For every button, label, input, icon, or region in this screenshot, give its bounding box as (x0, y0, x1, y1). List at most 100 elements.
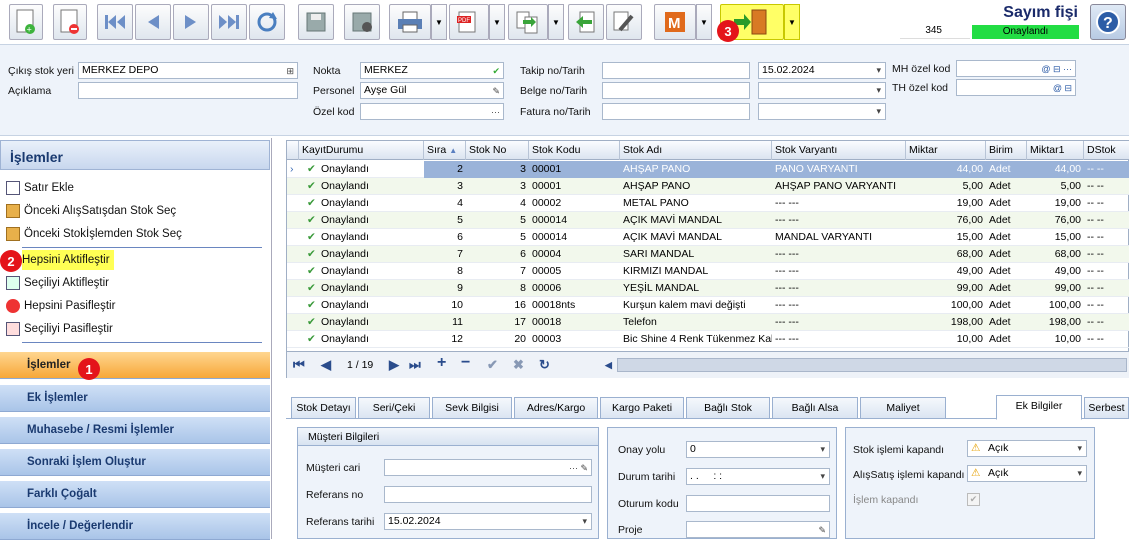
table-cell[interactable]: 12 (424, 331, 466, 348)
table-cell[interactable]: ✔ Onaylandı (299, 195, 424, 212)
table-cell[interactable]: --- --- (772, 314, 906, 331)
table-cell[interactable]: -- -- (1084, 297, 1129, 314)
m-module-button[interactable]: M (654, 4, 696, 40)
new-button[interactable]: + (9, 4, 43, 40)
col-stok-varyanti[interactable]: Stok Varyantı (772, 141, 906, 160)
table-cell[interactable]: 99,00 (906, 280, 986, 297)
table-cell[interactable]: 00001 (529, 178, 620, 195)
tab-ba-l-alsa[interactable]: Bağlı Alsa (772, 397, 858, 419)
table-cell[interactable]: 68,00 (1027, 246, 1084, 263)
table-cell[interactable]: 00018 (529, 314, 620, 331)
table-cell[interactable]: -- -- (1084, 314, 1129, 331)
table-row[interactable]: ✔ Onaylandı 11 17 00018 Telefon --- --- 198,00 A… (287, 314, 1129, 331)
tab-stok-detay-[interactable]: Stok Detayı (291, 397, 356, 419)
table-cell[interactable]: 6 (466, 246, 529, 263)
table-cell[interactable]: AHŞAP PANO VARYANTI (772, 178, 906, 195)
table-cell[interactable]: 19,00 (1027, 195, 1084, 212)
musteri-cari-field[interactable]: ··· ✎ (384, 459, 592, 476)
pdf-button[interactable]: PDF (449, 4, 489, 40)
more-icon[interactable]: ··· (491, 105, 500, 119)
table-cell[interactable]: 44,00 (1027, 161, 1084, 178)
stok-islemi-kapandi-field[interactable]: ⚠ Açık (967, 440, 1087, 457)
table-cell[interactable]: 10,00 (1027, 331, 1084, 348)
table-cell[interactable]: -- -- (1084, 246, 1129, 263)
table-cell[interactable]: -- -- (1084, 178, 1129, 195)
takip-date-field[interactable]: 15.02.2024 (758, 62, 886, 79)
table-cell[interactable]: AÇIK MAVİ MANDAL (620, 229, 772, 246)
islem-kapandi-checkbox[interactable]: ✔ (967, 493, 980, 506)
table-cell[interactable]: AHŞAP PANO (620, 178, 772, 195)
col-stok-adi[interactable]: Stok Adı (620, 141, 772, 160)
ozel-kod-field[interactable]: ··· (360, 103, 504, 120)
table-row[interactable]: ✔ Onaylandı 9 8 00006 YEŞİL MANDAL --- --- 99,0… (287, 280, 1129, 297)
print-button[interactable] (389, 4, 431, 40)
table-cell[interactable]: --- --- (772, 297, 906, 314)
table-cell[interactable]: 00001 (529, 161, 620, 178)
confirm-icon[interactable]: ✔ (487, 357, 498, 373)
table-cell[interactable]: -- -- (1084, 331, 1129, 348)
col-sira[interactable]: Sıra ▲ (424, 141, 466, 160)
table-cell[interactable]: Bic Shine 4 Renk Tükenmez Kalem (620, 331, 772, 348)
table-cell[interactable]: 44,00 (906, 161, 986, 178)
table-cell[interactable]: 99,00 (1027, 280, 1084, 297)
table-cell[interactable]: PANO VARYANTI (772, 161, 906, 178)
onceki-stokislem-action[interactable]: Önceki Stokİşlemden Stok Seç (6, 224, 182, 244)
prev-page-icon[interactable]: ◀ (321, 357, 331, 373)
table-cell[interactable]: 10,00 (906, 331, 986, 348)
table-cell[interactable]: ✔ Onaylandı (299, 263, 424, 280)
table-cell[interactable]: Adet (986, 280, 1027, 297)
satir-ekle-action[interactable]: Satır Ekle (6, 178, 74, 198)
table-cell[interactable]: 5 (424, 212, 466, 229)
table-cell[interactable]: 15,00 (906, 229, 986, 246)
tab-ek-bilgiler[interactable]: Ek Bilgiler (996, 395, 1082, 420)
import-button[interactable] (568, 4, 604, 40)
edit-icon[interactable]: ✎ (492, 84, 500, 98)
print-dropdown[interactable]: ▼ (431, 4, 447, 40)
table-cell[interactable]: 198,00 (906, 314, 986, 331)
table-cell[interactable]: 9 (424, 280, 466, 297)
cancel-icon[interactable]: ✖ (513, 357, 524, 373)
table-cell[interactable]: 4 (424, 195, 466, 212)
onceki-alissatis-action[interactable]: Önceki AlışSatışdan Stok Seç (6, 201, 176, 221)
table-row[interactable]: ✔ Onaylandı 8 7 00005 KIRMIZI MANDAL --- --- 49… (287, 263, 1129, 280)
table-cell[interactable]: Adet (986, 331, 1027, 348)
table-row[interactable]: ✔ Onaylandı 5 5 000014 AÇIK MAVİ MANDAL --- --… (287, 212, 1129, 229)
table-cell[interactable]: 5 (466, 229, 529, 246)
table-cell[interactable]: Adet (986, 195, 1027, 212)
table-cell[interactable]: 000014 (529, 229, 620, 246)
belge-no-field[interactable] (602, 82, 750, 99)
table-cell[interactable]: 5 (466, 212, 529, 229)
group-ek-islemler[interactable]: Ek İşlemler (0, 384, 270, 412)
belge-date-field[interactable] (758, 82, 886, 99)
table-cell[interactable]: 8 (466, 280, 529, 297)
cikis-stok-yeri-field[interactable]: MERKEZ DEPO ⊞ (78, 62, 298, 79)
tab-adres-kargo[interactable]: Adres/Kargo (514, 397, 598, 419)
delete-button[interactable] (53, 4, 87, 40)
refresh-button[interactable] (249, 4, 285, 40)
table-cell[interactable]: -- -- (1084, 229, 1129, 246)
group-incele[interactable]: İncele / Değerlendir (0, 512, 270, 540)
table-cell[interactable]: 16 (466, 297, 529, 314)
help-button[interactable]: ? (1090, 4, 1126, 40)
prev-record-button[interactable] (135, 4, 171, 40)
table-cell[interactable]: ✔ Onaylandı (299, 297, 424, 314)
exit-dropdown[interactable]: ▼ (784, 4, 800, 40)
table-cell[interactable]: 20 (466, 331, 529, 348)
save-button[interactable] (298, 4, 334, 40)
table-cell[interactable]: 11 (424, 314, 466, 331)
referans-no-field[interactable] (384, 486, 592, 503)
table-cell[interactable]: 100,00 (906, 297, 986, 314)
settings-button[interactable] (606, 4, 642, 40)
table-cell[interactable]: 4 (466, 195, 529, 212)
table-cell[interactable]: 15,00 (1027, 229, 1084, 246)
table-cell[interactable]: KIRMIZI MANDAL (620, 263, 772, 280)
table-cell[interactable]: 2 (424, 161, 466, 178)
table-cell[interactable]: 3 (466, 161, 529, 178)
table-cell[interactable]: ✔ Onaylandı (299, 331, 424, 348)
table-row[interactable]: ✔ Onaylandı 10 16 00018nts Kurşun kalem mavi … (287, 297, 1129, 314)
group-farkli-cogalt[interactable]: Farklı Çoğalt (0, 480, 270, 508)
table-cell[interactable]: -- -- (1084, 161, 1129, 178)
refresh-icon[interactable]: ↻ (539, 357, 550, 373)
hepsini-pasiflestir-action[interactable]: Hepsini Pasifleştir (6, 296, 115, 316)
table-cell[interactable]: 76,00 (1027, 212, 1084, 229)
